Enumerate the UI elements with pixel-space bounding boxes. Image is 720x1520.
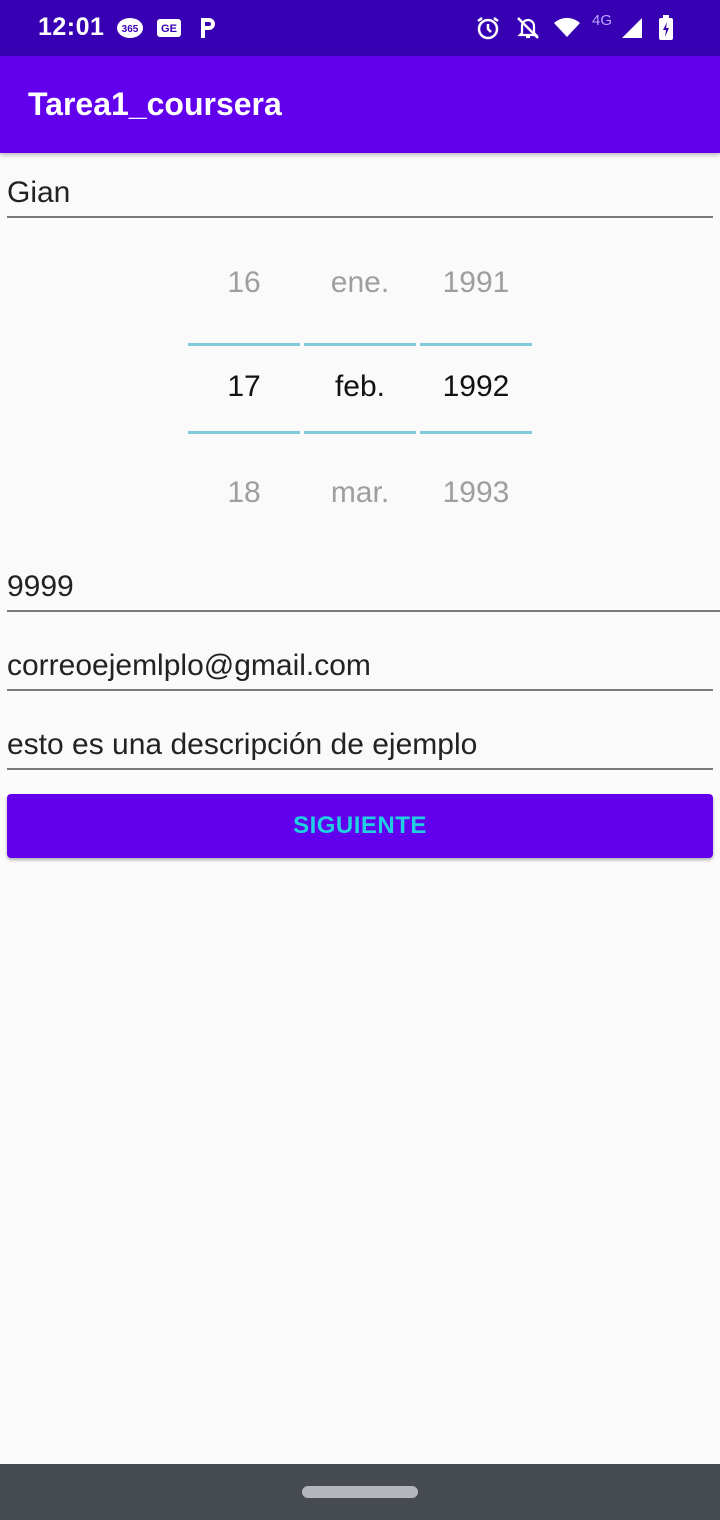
day-divider-top xyxy=(188,343,300,346)
month-divider-bottom xyxy=(304,431,416,434)
network-type-label: 4G xyxy=(592,12,613,29)
p-app-icon xyxy=(196,14,218,42)
month-prev[interactable]: ene. xyxy=(304,266,416,300)
year-selected[interactable]: 1992 xyxy=(420,370,532,404)
year-prev[interactable]: 1991 xyxy=(420,266,532,300)
description-field-value: esto es una descripción de ejemplo xyxy=(7,728,478,761)
year-spinner[interactable]: 1991 1992 1993 xyxy=(420,230,532,530)
phone-field-value: 9999 xyxy=(7,570,74,603)
email-field-value: correoejemlplo@gmail.com xyxy=(7,649,371,682)
app-bar: Tarea1_coursera xyxy=(0,56,720,153)
name-field-value: Gian xyxy=(7,176,71,209)
day-selected[interactable]: 17 xyxy=(188,370,300,404)
phone-field[interactable]: 9999 xyxy=(7,548,720,612)
wifi-icon xyxy=(552,14,582,42)
email-field[interactable]: correoejemlplo@gmail.com xyxy=(7,627,713,691)
day-next[interactable]: 18 xyxy=(188,476,300,510)
month-spinner[interactable]: ene. feb. mar. xyxy=(304,230,416,530)
home-gesture-handle[interactable] xyxy=(302,1486,418,1498)
alarm-icon xyxy=(474,14,502,42)
app-title: Tarea1_coursera xyxy=(28,86,282,122)
siguiente-button[interactable]: SIGUIENTE xyxy=(7,794,713,858)
description-field[interactable]: esto es una descripción de ejemplo xyxy=(7,706,713,770)
day-divider-bottom xyxy=(188,431,300,434)
month-divider-top xyxy=(304,343,416,346)
day-prev[interactable]: 16 xyxy=(188,266,300,300)
day-spinner[interactable]: 16 17 18 xyxy=(188,230,300,530)
navigation-bar xyxy=(0,1464,720,1520)
battery-charging-icon xyxy=(656,14,676,42)
year-divider-top xyxy=(420,343,532,346)
status-time: 12:01 xyxy=(38,13,105,41)
year-divider-bottom xyxy=(420,431,532,434)
month-next[interactable]: mar. xyxy=(304,476,416,510)
svg-text:365: 365 xyxy=(122,24,139,35)
signal-icon xyxy=(620,14,644,42)
notifications-off-icon xyxy=(514,14,542,42)
365-app-icon: 365 xyxy=(116,14,144,42)
year-next[interactable]: 1993 xyxy=(420,476,532,510)
month-selected[interactable]: feb. xyxy=(304,370,416,404)
status-bar: 12:01 365 GE 4G xyxy=(0,0,720,56)
svg-text:GE: GE xyxy=(161,23,177,35)
ge-icon: GE xyxy=(156,14,182,42)
date-picker[interactable]: 16 17 18 ene. feb. mar. 1991 1992 1993 xyxy=(188,230,532,530)
name-field[interactable]: Gian xyxy=(7,154,713,218)
